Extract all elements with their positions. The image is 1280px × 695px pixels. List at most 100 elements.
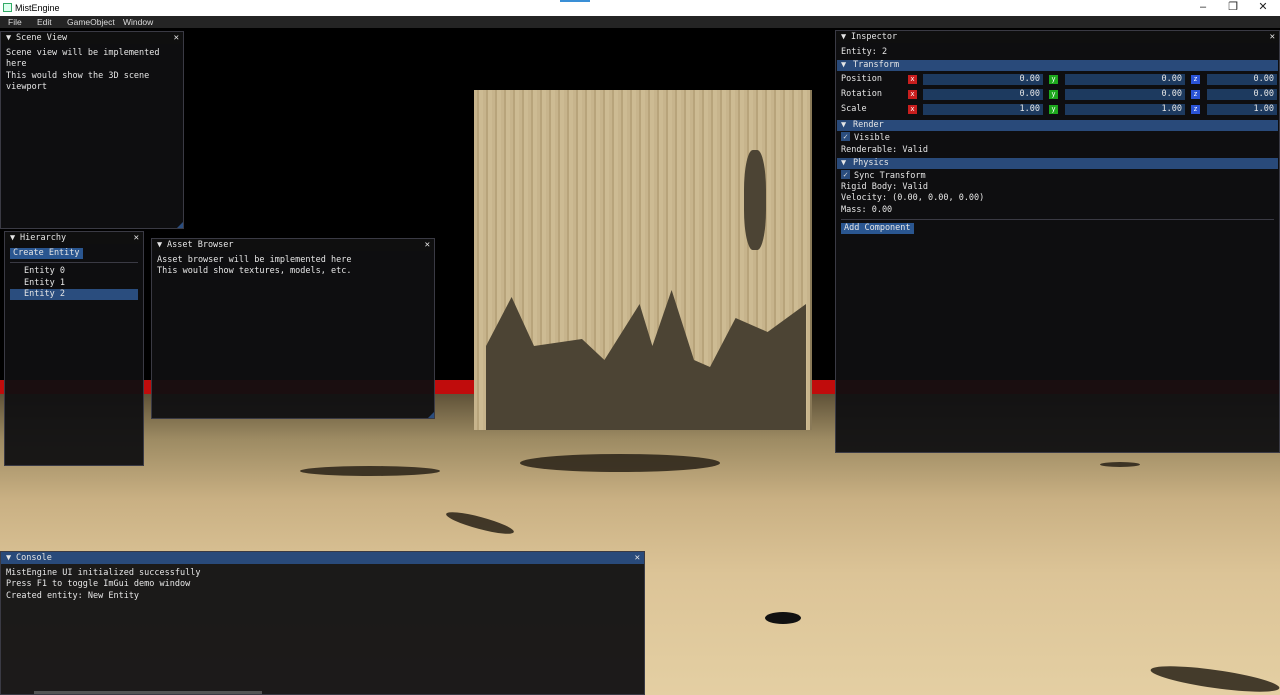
collapse-arrow-icon[interactable]: ▼ [841,31,851,43]
inspector-window: ▼ Inspector ✕ Entity: 2 ▼ Transform Positi… [835,30,1280,453]
inspector-title: Inspector [851,32,898,42]
create-entity-button[interactable]: Create Entity [10,248,83,259]
scene-view-titlebar[interactable]: ▼ Scene View ✕ [1,32,183,44]
asset-browser-title: Asset Browser [167,240,234,250]
menu-window[interactable]: Window [123,17,153,27]
minimize-button[interactable]: – [1188,1,1218,14]
axis-x-icon: x [908,75,917,85]
rotation-z-field[interactable]: 0.00 [1207,89,1277,101]
resize-grip[interactable] [177,222,183,228]
app-icon [3,3,12,12]
transform-header-label: Transform [853,60,900,71]
wooden-crate [474,90,812,430]
collapse-arrow-icon[interactable]: ▼ [10,232,20,244]
crate-stain [744,150,766,250]
velocity-readout: Velocity: (0.00, 0.00, 0.00) [841,193,985,204]
axis-y-icon: y [1049,105,1058,115]
close-window-button[interactable]: ✕ [1248,1,1278,14]
title-accent [560,0,590,2]
rigid-body-status: Rigid Body: Valid [841,182,928,193]
axis-x-icon: x [908,90,917,100]
scale-row: Scale x 1.00 y 1.00 z 1.00 [841,103,1277,118]
entity-item-2[interactable]: Entity 2 [10,288,138,301]
close-icon[interactable]: ✕ [635,552,640,564]
hierarchy-window: ▼ Hierarchy ✕ Create Entity Entity 0 Enti… [4,231,144,466]
asset-browser-titlebar[interactable]: ▼ Asset Browser ✕ [152,239,434,251]
close-icon[interactable]: ✕ [174,32,179,44]
axis-y-icon: y [1049,75,1058,85]
hierarchy-titlebar[interactable]: ▼ Hierarchy ✕ [5,232,143,244]
scene-view-title: Scene View [16,33,68,43]
render-header[interactable]: ▼ Render [837,120,1278,132]
axis-z-icon: z [1191,75,1200,85]
close-icon[interactable]: ✕ [1270,31,1275,43]
axis-z-icon: z [1191,105,1200,115]
menu-gameobject[interactable]: GameObject [67,17,115,27]
asset-browser-text: Asset browser will be implemented here [157,255,352,265]
position-label: Position [841,74,882,85]
menu-bar: File Edit GameObject Window [0,16,1280,28]
check-icon[interactable]: ✓ [841,132,850,142]
floor-shadow [1100,462,1140,467]
visible-checkbox-row[interactable]: ✓ Visible [841,132,1274,144]
visible-label: Visible [854,133,890,144]
scale-label: Scale [841,104,867,115]
separator [841,219,1274,221]
floor-shadow [444,508,516,538]
inspector-titlebar[interactable]: ▼ Inspector ✕ [836,31,1279,43]
rotation-x-field[interactable]: 0.00 [923,89,1043,101]
collapse-arrow-icon: ▼ [841,157,847,168]
console-line: Press F1 to toggle ImGui demo window [6,579,191,590]
add-component-button[interactable]: Add Component [841,223,914,235]
console-title: Console [16,553,52,563]
maximize-button[interactable]: ❐ [1218,1,1248,14]
collapse-arrow-icon[interactable]: ▼ [6,552,16,564]
physics-header-label: Physics [853,157,889,168]
floor-shadow [1149,661,1280,695]
entity-item-0[interactable]: Entity 0 [10,266,138,277]
rotation-y-field[interactable]: 0.00 [1065,89,1185,101]
floor-shadow [300,466,440,476]
entity-label: Entity: 2 [841,47,888,57]
collapse-arrow-icon: ▼ [841,120,847,131]
transform-header[interactable]: ▼ Transform [837,60,1278,72]
scale-y-field[interactable]: 1.00 [1065,104,1185,116]
console-line: Created entity: New Entity [6,590,140,601]
position-y-field[interactable]: 0.00 [1065,74,1185,86]
axis-x-icon: x [908,105,917,115]
close-icon[interactable]: ✕ [134,232,139,244]
asset-browser-text: This would show textures, models, etc. [157,266,352,277]
scene-view-window: ▼ Scene View ✕ Scene view will be impleme… [0,31,184,229]
floor-hole [765,612,801,624]
console-window: ▼ Console ✕ MistEngine UI initialized suc… [0,551,645,695]
asset-browser-window: ▼ Asset Browser ✕ Asset browser will be i… [151,238,435,419]
scale-x-field[interactable]: 1.00 [923,104,1043,116]
rotation-label: Rotation [841,89,882,100]
physics-header[interactable]: ▼ Physics [837,157,1278,169]
axis-z-icon: z [1191,90,1200,100]
axis-y-icon: y [1049,90,1058,100]
crate-stain [486,290,806,430]
resize-grip[interactable] [428,412,434,418]
horizontal-scrollbar[interactable] [34,691,262,694]
scene-view-text: Scene view will be implemented here [6,48,160,70]
check-icon[interactable]: ✓ [841,169,850,179]
console-titlebar[interactable]: ▼ Console ✕ [1,552,644,564]
mass-readout: Mass: 0.00 [841,204,893,215]
collapse-arrow-icon[interactable]: ▼ [157,239,167,251]
scale-z-field[interactable]: 1.00 [1207,104,1277,116]
position-row: Position x 0.00 y 0.00 z 0.00 [841,73,1277,88]
scene-view-text: This would show the 3D scene viewport [6,70,150,92]
position-x-field[interactable]: 0.00 [923,74,1043,86]
menu-file[interactable]: File [8,17,22,27]
close-icon[interactable]: ✕ [425,239,430,251]
entity-item-1[interactable]: Entity 1 [10,278,138,289]
collapse-arrow-icon: ▼ [841,60,847,71]
sync-transform-checkbox-row[interactable]: ✓ Sync Transform [841,169,1274,182]
collapse-arrow-icon[interactable]: ▼ [6,32,16,44]
floor-shadow [520,454,720,472]
hierarchy-title: Hierarchy [20,233,67,243]
position-z-field[interactable]: 0.00 [1207,74,1277,86]
os-title-bar: MistEngine – ❐ ✕ [0,0,1280,16]
menu-edit[interactable]: Edit [37,17,52,27]
